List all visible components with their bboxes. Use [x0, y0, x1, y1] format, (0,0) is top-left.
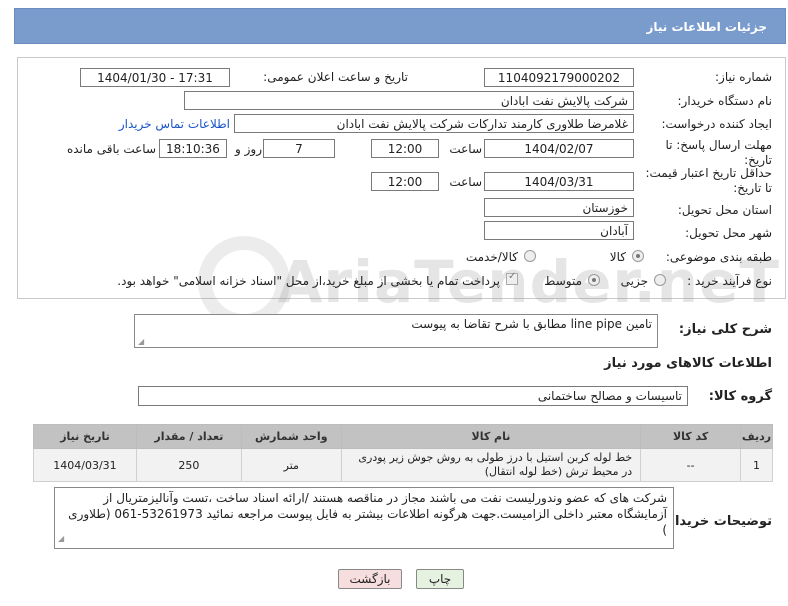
items-table: ردیف کد کالا نام کالا واحد شمارش تعداد /…	[33, 424, 773, 482]
province-field: خوزستان	[484, 198, 634, 217]
deadline-label-line1: مهلت ارسال پاسخ: تا	[665, 138, 772, 152]
goods-group-field: تاسیسات و مصالح ساختمانی	[138, 386, 688, 406]
process-radio-minor[interactable]	[654, 274, 666, 286]
col-row: ردیف	[740, 424, 773, 449]
cell-unit: متر	[240, 448, 342, 482]
min-price-time-field: 12:00	[371, 172, 439, 191]
resize-handle-icon[interactable]: ◢	[138, 337, 144, 346]
cell-qty: 250	[135, 448, 242, 482]
goods-group-label: گروه کالا:	[708, 389, 772, 404]
min-price-label-line2: تا تاریخ:	[733, 181, 772, 195]
min-price-hour-label: ساعت	[449, 175, 482, 189]
requester-field: غلامرضا طلاوری کارمند تدارکات شرکت پالای…	[234, 114, 634, 133]
treasury-payment-checkbox[interactable]	[506, 271, 518, 285]
deadline-hour-label: ساعت	[449, 142, 482, 156]
days-label: روز و	[235, 142, 262, 156]
back-button[interactable]: بازگشت	[338, 569, 402, 589]
need-number-field: 1104092179000202	[484, 68, 634, 87]
buyer-contact-link[interactable]: اطلاعات تماس خریدار	[112, 117, 230, 131]
need-number-label: شماره نیاز:	[715, 70, 772, 84]
process-option-minor: جزیی	[620, 274, 648, 288]
process-radio-medium[interactable]	[588, 274, 600, 286]
summary-text: تامین line pipe مطابق با شرح تقاضا به پی…	[411, 317, 652, 331]
col-name: نام کالا	[340, 424, 642, 449]
remaining-time-field: 18:10:36	[159, 139, 227, 158]
remaining-label: ساعت باقی مانده	[66, 142, 156, 156]
deadline-label: مهلت ارسال پاسخ: تا تاریخ:	[650, 138, 772, 168]
buyer-notes-text: شرکت های که عضو وندورلیست نفت می باشند م…	[68, 491, 667, 537]
deadline-time-field: 12:00	[371, 139, 439, 158]
page-header: جزئیات اطلاعات نیاز	[14, 8, 786, 44]
goods-info-title: اطلاعات کالاهای مورد نیاز	[604, 356, 772, 371]
buyer-notes-label: توضیحات خریدار:	[662, 514, 772, 529]
col-code: کد کالا	[640, 424, 742, 449]
category-radio-goods[interactable]	[632, 250, 644, 262]
cell-name: خط لوله کربن استیل با درز طولی به روش جو…	[340, 448, 642, 482]
cell-row: 1	[740, 448, 773, 482]
cell-date: 1404/03/31	[33, 448, 137, 482]
buyer-notes-field: شرکت های که عضو وندورلیست نفت می باشند م…	[54, 487, 674, 549]
col-qty: تعداد / مقدار	[135, 424, 242, 449]
buyer-org-field: شرکت پالایش نفت ابادان	[184, 91, 634, 110]
min-price-label: حداقل تاریخ اعتبار قیمت: تا تاریخ:	[640, 166, 772, 196]
deadline-date-field: 1404/02/07	[484, 139, 634, 158]
category-label: طبقه بندی موضوعی:	[665, 250, 772, 264]
resize-handle-icon[interactable]: ◢	[58, 531, 64, 547]
col-unit: واحد شمارش	[240, 424, 342, 449]
process-option-medium: متوسط	[544, 274, 582, 288]
min-price-date-field: 1404/03/31	[484, 172, 634, 191]
buyer-org-label: نام دستگاه خریدار:	[677, 94, 773, 108]
announce-field: 1404/01/30 - 17:31	[80, 68, 230, 87]
requester-label: ایجاد کننده درخواست:	[661, 117, 772, 131]
table-row: 1 -- خط لوله کربن استیل با درز طولی به ر…	[33, 448, 773, 482]
page-title: جزئیات اطلاعات نیاز	[646, 20, 767, 34]
category-option-goods: کالا	[609, 250, 626, 264]
announce-label: تاریخ و ساعت اعلان عمومی:	[263, 70, 408, 84]
category-radio-goods-service[interactable]	[524, 250, 536, 262]
cell-code: --	[640, 448, 742, 482]
treasury-payment-note: پرداخت تمام یا بخشی از مبلغ خرید،از محل …	[117, 274, 500, 288]
items-table-header: ردیف کد کالا نام کالا واحد شمارش تعداد /…	[33, 424, 773, 449]
category-option-goods-service: کالا/خدمت	[465, 250, 518, 264]
days-field: 7	[263, 139, 335, 158]
print-button[interactable]: چاپ	[416, 569, 464, 589]
province-label: استان محل تحویل:	[677, 203, 772, 217]
summary-label: شرح کلی نیاز:	[678, 322, 772, 337]
min-price-label-line1: حداقل تاریخ اعتبار قیمت:	[645, 166, 772, 180]
summary-field: تامین line pipe مطابق با شرح تقاضا به پی…	[134, 314, 658, 348]
city-field: آبادان	[484, 221, 634, 240]
process-label: نوع فرآیند خرید :	[687, 274, 772, 288]
col-date: تاریخ نیاز	[33, 424, 137, 449]
city-label: شهر محل تحویل:	[685, 226, 772, 240]
